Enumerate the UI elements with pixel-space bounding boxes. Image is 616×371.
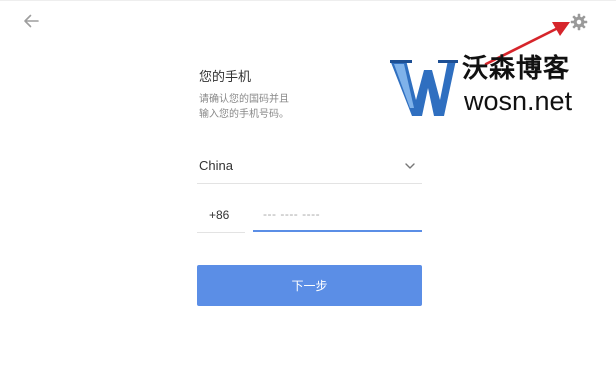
watermark-logo	[390, 60, 458, 116]
window-top-border	[0, 0, 616, 1]
instructions-line-1: 请确认您的国码并且	[199, 94, 289, 105]
page-title: 您的手机	[199, 70, 252, 85]
country-code-value: +86	[209, 208, 230, 222]
instructions-line-2: 输入您的手机号码。	[199, 109, 289, 120]
country-code-field[interactable]: +86	[197, 198, 245, 233]
watermark: 沃森博客 wosn.net	[388, 42, 588, 128]
country-select[interactable]: China	[197, 148, 422, 184]
watermark-title: 沃森博客	[462, 54, 571, 84]
country-value: China	[199, 158, 233, 173]
chevron-down-icon	[405, 163, 415, 169]
watermark-site: wosn.net	[464, 86, 573, 116]
instructions-text: 请确认您的国码并且 输入您的手机号码。	[199, 92, 319, 122]
back-arrow-icon[interactable]	[21, 11, 41, 31]
next-button[interactable]: 下一步	[197, 265, 422, 306]
phone-number-input[interactable]	[253, 198, 422, 232]
